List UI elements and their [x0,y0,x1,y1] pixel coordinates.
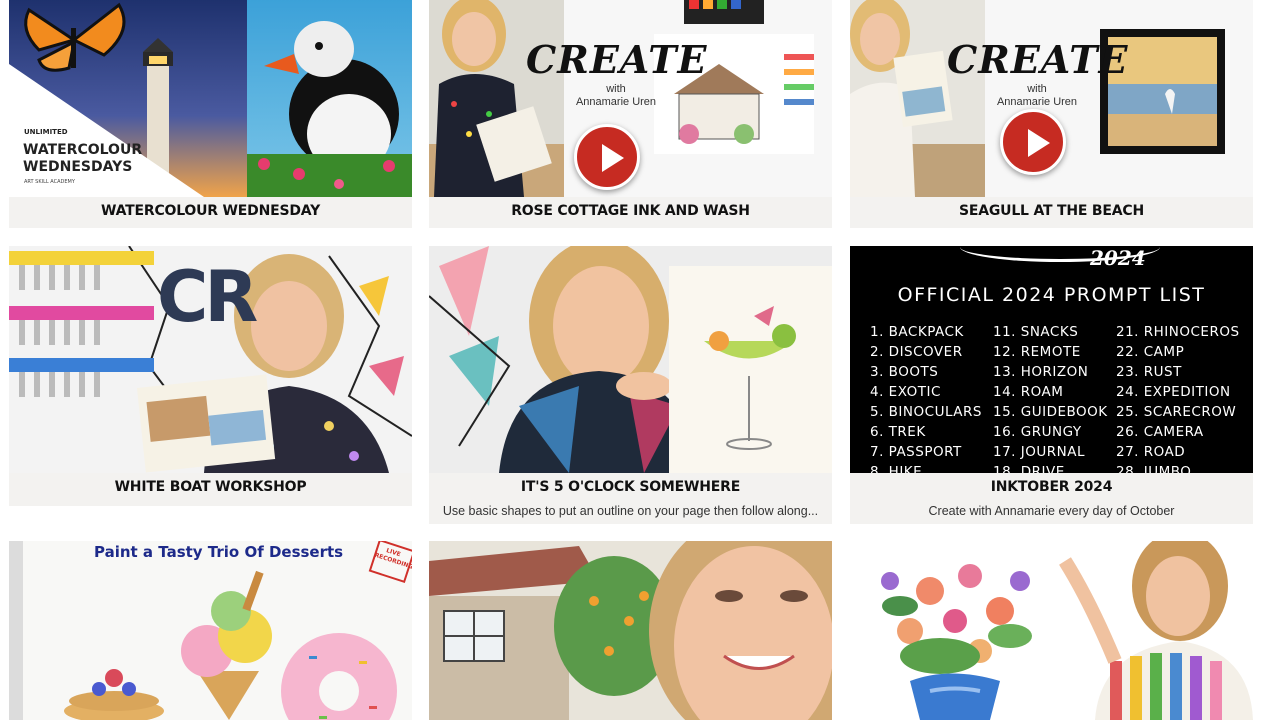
badge-top-text: UNLIMITED [24,128,68,136]
course-description: Use basic shapes to put an outline on yo… [442,504,819,518]
prompt-item: 1. BACKPACK [870,324,964,340]
prompt-item: 13. HORIZON [993,364,1089,380]
course-title[interactable]: WHITE BOAT WORKSHOP [9,473,412,499]
course-thumbnail[interactable]: CREATE with Annamarie Uren [850,0,1253,197]
prompt-list-heading: OFFICIAL 2024 PROMPT LIST [897,284,1206,306]
thumbnail-art [429,246,832,473]
prompt-item: 12. REMOTE [993,344,1081,360]
prompt-item: 18. DRIVE [993,464,1065,473]
prompt-item: 3. BOOTS [870,364,939,380]
thumbnail-art [429,541,832,720]
course-card-seagull[interactable]: CREATE with Annamarie Uren SEAGULL AT TH… [850,0,1253,228]
prompt-item: 16. GRUNGY [993,424,1082,440]
course-card-inktober[interactable]: 2024 OFFICIAL 2024 PROMPT LIST 1. BACKPA… [850,246,1253,524]
course-thumbnail[interactable] [429,246,832,473]
course-thumbnail[interactable]: CREATE with Annamarie Uren [429,0,832,197]
thumbnail-art [850,541,1253,720]
inktober-year: 2024 [1090,246,1146,270]
prompt-item: 22. CAMP [1116,344,1185,360]
with-text: with [1027,83,1047,95]
course-card-5-oclock[interactable]: IT'S 5 O'CLOCK SOMEWHERE Use basic shape… [429,246,832,524]
course-title[interactable]: IT'S 5 O'CLOCK SOMEWHERE [429,473,832,499]
badge-main-text: WATERCOLOUR WEDNESDAYS [23,142,143,175]
course-title[interactable]: INKTOBER 2024 [850,473,1253,499]
course-thumbnail[interactable] [850,541,1253,720]
course-thumbnail[interactable]: UNLIMITED WATERCOLOUR WEDNESDAYS ART SKI… [9,0,412,197]
prompt-item: 2. DISCOVER [870,344,963,360]
prompt-item: 5. BINOCULARS [870,404,982,420]
prompt-item: 17. JOURNAL [993,444,1085,460]
with-text: with [606,83,626,95]
play-icon[interactable] [574,124,640,190]
author-text: Annamarie Uren [996,96,1078,108]
course-thumbnail[interactable] [429,541,832,720]
prompt-column-2: 11. SNACKS 12. REMOTE 13. HORIZON 14. RO… [993,322,1108,473]
play-icon[interactable] [1000,109,1066,175]
create-logo-text: CREATE [526,37,708,82]
create-logo-text: CREATE [947,37,1129,82]
course-description: Create with Annamarie every day of Octob… [928,504,1175,518]
course-card-cottage-tree[interactable] [429,541,832,720]
course-card-rose-cottage[interactable]: CREATE with Annamarie Uren ROSE COTTAGE … [429,0,832,228]
prompt-item: 23. RUST [1116,364,1182,380]
prompt-item: 28. JUMBO [1116,464,1192,473]
course-thumbnail[interactable]: 2024 OFFICIAL 2024 PROMPT LIST 1. BACKPA… [850,246,1253,473]
thumbnail-art [9,541,412,720]
prompt-column-1: 1. BACKPACK 2. DISCOVER 3. BOOTS 4. EXOT… [870,322,982,473]
course-thumbnail[interactable]: Paint a Tasty Trio Of Desserts LIVE RECO… [9,541,412,720]
course-title[interactable]: ROSE COTTAGE INK AND WASH [429,197,832,223]
course-title[interactable]: SEAGULL AT THE BEACH [850,197,1253,223]
author-text: Annamarie Uren [575,96,657,108]
prompt-item: 8. HIKE [870,464,923,473]
course-card-white-boat[interactable]: CR WHITE BOAT WORKSHOP [9,246,412,506]
prompt-item: 11. SNACKS [993,324,1079,340]
course-card-desserts[interactable]: Paint a Tasty Trio Of Desserts LIVE RECO… [9,541,412,720]
prompt-item: 27. ROAD [1116,444,1186,460]
prompt-column-3: 21. RHINOCEROS 22. CAMP 23. RUST 24. EXP… [1116,322,1240,473]
prompt-item: 4. EXOTIC [870,384,941,400]
prompt-item: 25. SCARECROW [1116,404,1237,420]
wall-letters: CR [157,256,258,338]
badge-sub-text: ART SKILL ACADEMY [24,179,75,185]
prompt-item: 21. RHINOCEROS [1116,324,1240,340]
prompt-item: 6. TREK [870,424,926,440]
course-card-watercolour-wednesday[interactable]: UNLIMITED WATERCOLOUR WEDNESDAYS ART SKI… [9,0,412,228]
dessert-heading: Paint a Tasty Trio Of Desserts [94,543,344,561]
prompt-item: 15. GUIDEBOOK [993,404,1108,420]
prompt-item: 24. EXPEDITION [1116,384,1231,400]
course-thumbnail[interactable]: CR [9,246,412,473]
course-card-flower-vase[interactable] [850,541,1253,720]
prompt-item: 26. CAMERA [1116,424,1204,440]
prompt-item: 7. PASSPORT [870,444,962,460]
prompt-item: 14. ROAM [993,384,1064,400]
course-title[interactable]: WATERCOLOUR WEDNESDAY [9,197,412,223]
